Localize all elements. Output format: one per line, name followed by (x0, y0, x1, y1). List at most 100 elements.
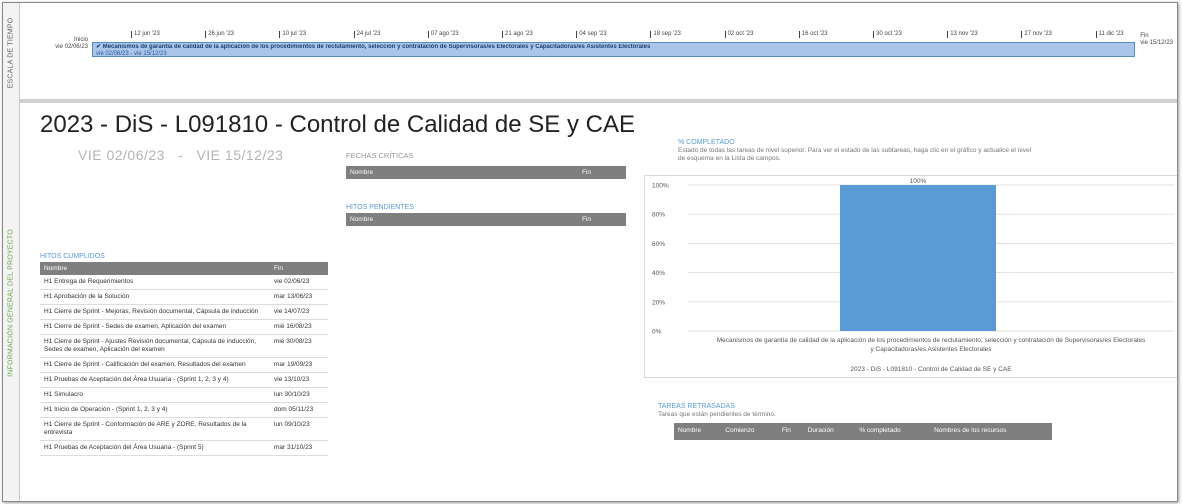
timeline-side-label: ESCALA DE TIEMPO (3, 3, 20, 103)
table-row[interactable]: H1 Entrega de Requerimientos vie 02/06/23 (40, 275, 328, 290)
milestone-name: H1 Entrega de Requerimientos (40, 275, 270, 290)
report-body: 2023 - DiS - L091810 - Control de Calida… (20, 107, 1177, 501)
milestone-name: H1 Inicio de Operación - (Sprint 1, 2, 3… (40, 402, 270, 418)
column-header-fin: Fin (270, 262, 328, 275)
bar (840, 185, 996, 331)
timeline-tick: 04 sep '23 (576, 31, 607, 38)
completed-milestones-table[interactable]: Nombre Fin H1 Entrega de Requerimientos v… (40, 262, 328, 456)
column-header: Comienzo (721, 423, 778, 440)
page-title: 2023 - DiS - L091810 - Control de Calida… (40, 111, 635, 138)
milestone-fin: vie 13/10/23 (270, 372, 328, 388)
y-tick-label: 100% (652, 183, 669, 190)
table-row[interactable]: H1 Pruebas de Aceptación del Área Usuari… (40, 440, 328, 456)
percent-complete-chart[interactable]: 0% 20% 40% 60% 80% 100% 100% Mecanismos de gara… (644, 175, 1178, 378)
late-tasks-table[interactable]: Nombre Comienzo Fin Duración% completado Nom… (674, 423, 1052, 440)
timeline[interactable]: 12 jun '23 26 jun '23 10 jul '23 24 jul '23… (20, 3, 1177, 103)
timeline-task-name: Mecanismos de garantía de calidad de la … (102, 44, 651, 50)
column-header: % completado (855, 423, 931, 440)
timeline-ticks: 12 jun '23 26 jun '23 10 jul '23 24 jul '23… (20, 31, 1177, 41)
x-tick-label: Mecanismos de garantía de calidad de la … (717, 337, 1146, 344)
milestone-fin: vie 02/06/23 (270, 275, 328, 290)
timeline-end-date: vie 15/12/23 (1140, 40, 1173, 46)
percent-complete-description: Estado de todas las tareas de nivel supe… (678, 147, 1032, 162)
critical-dates-section: FECHAS CRÍTICAS Nombre Fin (346, 151, 626, 179)
timeline-tick: 21 ago '23 (502, 31, 533, 38)
timeline-tick: 30 oct '23 (873, 31, 902, 38)
table-row[interactable]: H1 Inicio de Operación - (Sprint 1, 2, 3… (40, 402, 328, 418)
critical-dates-title: FECHAS CRÍTICAS (346, 151, 414, 160)
milestone-name: H1 Cierre de Sprint - Sedes de examen, A… (40, 319, 270, 335)
column-header: Duración (803, 423, 856, 440)
milestone-name: H1 Simulacro (40, 387, 270, 403)
milestone-name: H1 Cierre de Sprint - Ajustes Revisión d… (40, 334, 270, 358)
timeline-end: Fin vie 15/12/23 (1140, 33, 1173, 47)
column-header: Nombre (674, 423, 722, 440)
table-row[interactable]: H1 Cierre de Sprint - Sedes de examen, A… (40, 319, 328, 335)
milestone-name: H1 Cierre de Sprint - Conformación de AR… (40, 417, 270, 441)
table-header-row: Nombre Comienzo Fin Duración% completado Nom… (674, 423, 1052, 440)
pending-milestones-table[interactable]: Nombre Fin (346, 213, 626, 226)
table-row[interactable]: H1 Cierre de Sprint - Conformación de AR… (40, 417, 328, 441)
timeline-end-label: Fin (1140, 33, 1149, 39)
timeline-start-date: vie 02/06/23 (55, 44, 88, 50)
timeline-tick: 02 oct '23 (724, 31, 753, 38)
milestone-name: H1 Pruebas de Aceptación del Área Usuari… (40, 440, 270, 456)
column-header: Nombres de los recursos (930, 423, 1052, 440)
timeline-task-dates: vie 02/06/23 - vie 15/12/23 (96, 51, 167, 57)
milestone-name: H1 Cierre de Sprint - Calificación del e… (40, 357, 270, 373)
y-tick-label: 80% (652, 212, 665, 219)
project-dates: VIE 02/06/23 - VIE 15/12/23 (78, 147, 284, 163)
milestone-name: H1 Pruebas de Aceptación del Área Usuari… (40, 372, 270, 388)
milestone-fin: dom 05/11/23 (270, 402, 328, 418)
milestone-name: H1 Aprobación de la Solución (40, 289, 270, 305)
late-tasks-title: TAREAS RETRASADAS (658, 403, 735, 410)
y-tick-label: 0% (652, 329, 662, 336)
data-label: 100% (910, 178, 927, 185)
timeline-start-label: Inicio (73, 37, 88, 43)
column-header-name: Nombre (346, 166, 578, 179)
table-row[interactable]: H1 Cierre de Sprint - Mejoras, Revisión … (40, 304, 328, 320)
milestone-fin: vie 14/07/23 (270, 304, 328, 320)
timeline-tick: 26 jun '23 (205, 31, 234, 38)
column-header: Fin (777, 423, 804, 440)
timeline-tick: 24 jul '23 (353, 31, 380, 38)
timeline-tick: 13 nov '23 (947, 31, 978, 38)
milestone-fin: mar 13/06/23 (270, 289, 328, 305)
timeline-tick: 10 jul '23 (279, 31, 306, 38)
percent-complete-section: % COMPLETADO Estado de todas las tareas … (678, 139, 1038, 163)
pending-milestones-section: HITOS PENDIENTES Nombre Fin (346, 204, 626, 226)
table-header-row: Nombre Fin (346, 213, 626, 226)
completed-milestones-title: HITOS CUMPLIDOS (40, 253, 105, 260)
late-tasks-description: Tareas que están pendientes de término. (658, 411, 776, 418)
timeline-task-bar[interactable]: ✔ Mecanismos de garantía de calidad de l… (92, 42, 1135, 57)
check-icon: ✔ (96, 44, 102, 50)
table-row[interactable]: H1 Cierre de Sprint - Calificación del e… (40, 357, 328, 373)
table-row[interactable]: H1 Cierre de Sprint - Ajustes Revisión d… (40, 334, 328, 358)
milestone-fin: mié 16/08/23 (270, 319, 328, 335)
percent-complete-title: % COMPLETADO (678, 139, 735, 146)
table-row[interactable]: H1 Aprobación de la Solución mar 13/06/23 (40, 289, 328, 305)
x-axis-label: 2023 - DiS - L091810 - Control de Calida… (850, 366, 1012, 373)
critical-dates-table[interactable]: Nombre Fin (346, 166, 626, 179)
timeline-tick: 27 nov '23 (1021, 31, 1052, 38)
info-side-label-text: INFORMACIÓN GENERAL DEL PROYECTO (7, 229, 15, 377)
y-tick-label: 40% (652, 270, 665, 277)
milestone-fin: lun 09/10/23 (270, 417, 328, 441)
report-frame: ESCALA DE TIEMPO INFORMACIÓN GENERAL DEL… (2, 2, 1178, 502)
y-tick-label: 60% (652, 241, 665, 248)
x-tick-label: y Capacitadoras/es Asistentes Electorale… (870, 346, 992, 353)
milestone-fin: mié 30/08/23 (270, 334, 328, 358)
y-tick-label: 20% (652, 299, 665, 306)
column-header-name: Nombre (346, 213, 578, 226)
timeline-side-label-text: ESCALA DE TIEMPO (7, 17, 15, 89)
column-header-name: Nombre (40, 262, 270, 275)
column-header-fin: Fin (578, 213, 626, 226)
timeline-tick: 07 ago '23 (427, 31, 459, 38)
table-header-row: Nombre Fin (40, 262, 328, 275)
timeline-tick: 11 dic '23 (1095, 31, 1124, 38)
timeline-tick: 12 jun '23 (131, 31, 160, 38)
table-row[interactable]: H1 Simulacro lun 30/10/23 (40, 387, 328, 403)
timeline-start: Inicio vie 02/06/23 (40, 37, 88, 51)
table-row[interactable]: H1 Pruebas de Aceptación del Área Usuari… (40, 372, 328, 388)
milestone-fin: mar 19/09/23 (270, 357, 328, 373)
